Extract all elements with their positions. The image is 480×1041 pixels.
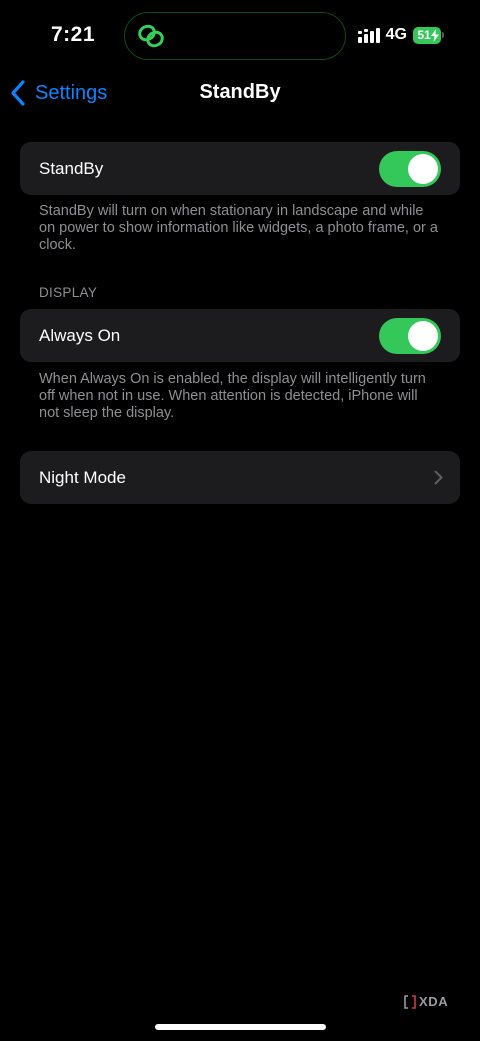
standby-toggle[interactable]	[379, 151, 441, 187]
chevron-right-icon	[434, 470, 443, 485]
battery-body: 51	[413, 26, 441, 44]
home-indicator[interactable]	[155, 1024, 326, 1030]
xda-logo-icon	[404, 994, 416, 1009]
toggle-knob	[408, 321, 438, 351]
watermark-text: XDA	[419, 994, 449, 1009]
back-button-label: Settings	[35, 81, 108, 104]
always-on-row: Always On	[20, 309, 460, 362]
status-bar: 7:21 4G 51	[0, 0, 480, 70]
charging-bolt-icon	[431, 28, 439, 42]
link-rings-icon	[138, 24, 164, 48]
always-on-toggle[interactable]	[379, 318, 441, 354]
dynamic-island[interactable]	[124, 12, 346, 60]
display-group: Always On	[20, 309, 460, 362]
standby-label: StandBy	[39, 158, 104, 178]
status-time: 7:21	[51, 23, 96, 46]
cellular-signal-icon	[357, 27, 380, 43]
back-button[interactable]: Settings	[10, 78, 107, 108]
standby-footer: StandBy will turn on when stationary in …	[39, 203, 438, 253]
status-indicators: 4G 51	[357, 26, 444, 44]
always-on-label: Always On	[39, 325, 121, 345]
battery-level: 51	[417, 28, 431, 42]
standby-group: StandBy	[20, 142, 460, 195]
network-type: 4G	[385, 26, 407, 43]
battery-icon: 51	[413, 26, 444, 44]
always-on-footer: When Always On is enabled, the display w…	[39, 371, 426, 421]
screen: 7:21 4G 51 StandBy Settings StandBy Stan…	[0, 0, 480, 1041]
battery-tip	[442, 32, 444, 38]
display-section-header: DISPLAY	[39, 285, 98, 300]
standby-row: StandBy	[20, 142, 460, 195]
night-mode-label: Night Mode	[39, 467, 126, 487]
chevron-left-icon	[11, 80, 25, 106]
night-mode-group: Night Mode	[20, 451, 460, 504]
toggle-knob	[408, 154, 438, 184]
night-mode-row[interactable]: Night Mode	[20, 451, 460, 504]
watermark: XDA	[404, 994, 448, 1009]
navigation-bar: StandBy Settings	[0, 70, 480, 116]
